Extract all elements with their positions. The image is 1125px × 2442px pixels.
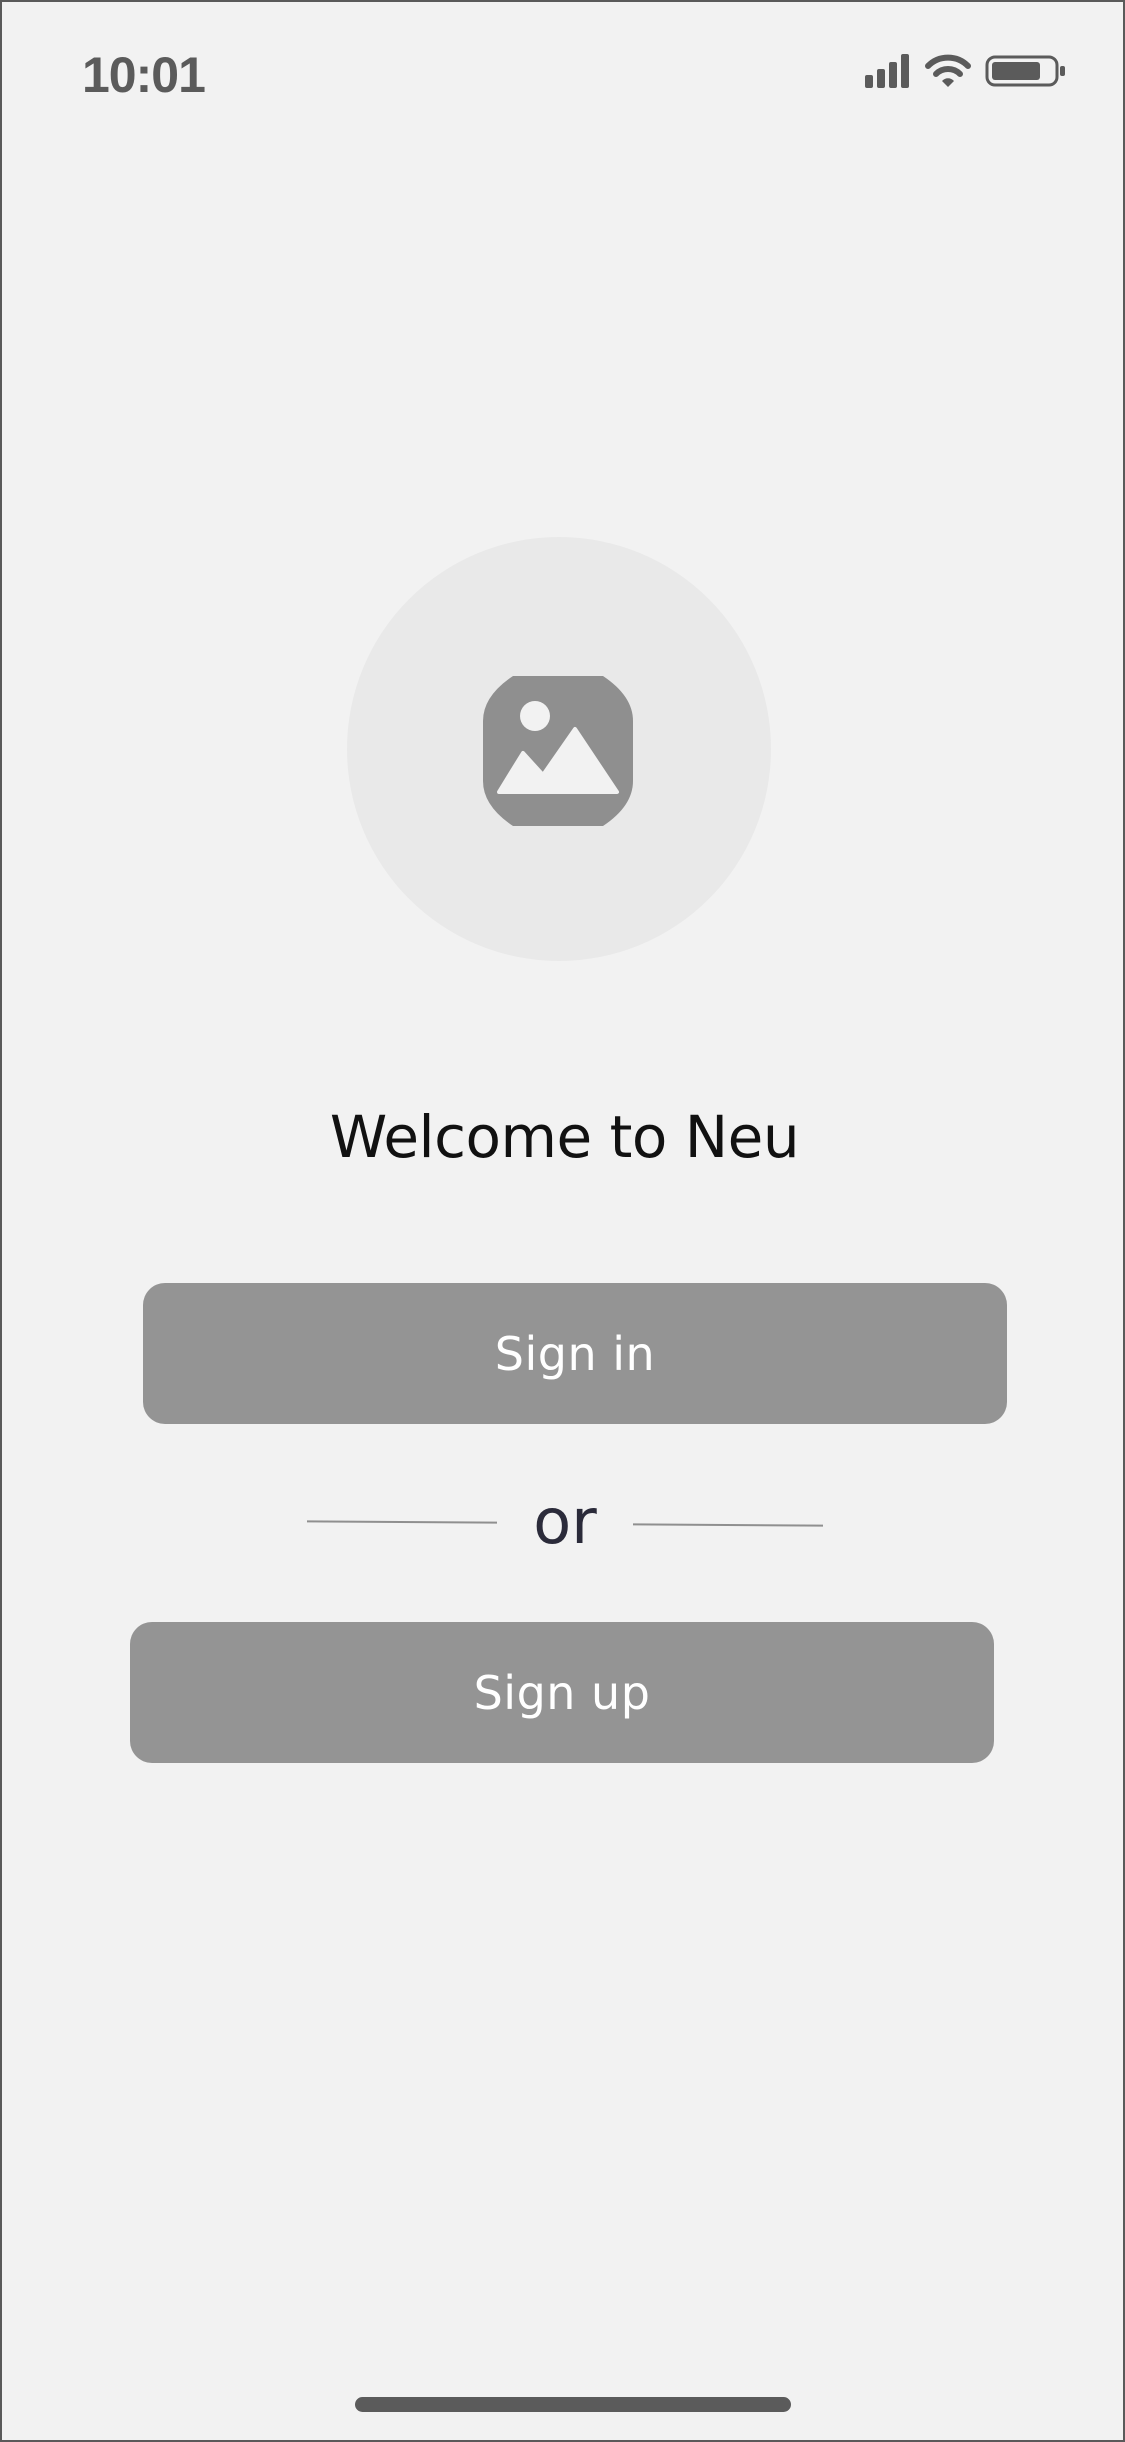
sign-in-button[interactable]: Sign in	[143, 1283, 1007, 1424]
welcome-title: Welcome to Neu	[329, 1103, 800, 1171]
image-placeholder-icon	[483, 676, 633, 826]
sign-up-button[interactable]: Sign up	[130, 1622, 994, 1763]
welcome-screen: 10:01 Welcome to Neu Sign in or Sign up	[0, 0, 1125, 2442]
home-indicator[interactable]	[355, 2397, 791, 2412]
battery-fill	[992, 62, 1040, 80]
divider-line-right	[632, 1523, 824, 1527]
divider-or-text: or	[533, 1485, 597, 1558]
battery-icon	[985, 54, 1067, 93]
divider-line-left	[306, 1520, 498, 1524]
cellular-signal-icon	[865, 54, 911, 93]
status-time: 10:01	[82, 47, 206, 103]
wifi-icon	[925, 54, 971, 93]
status-icons	[865, 54, 1067, 93]
